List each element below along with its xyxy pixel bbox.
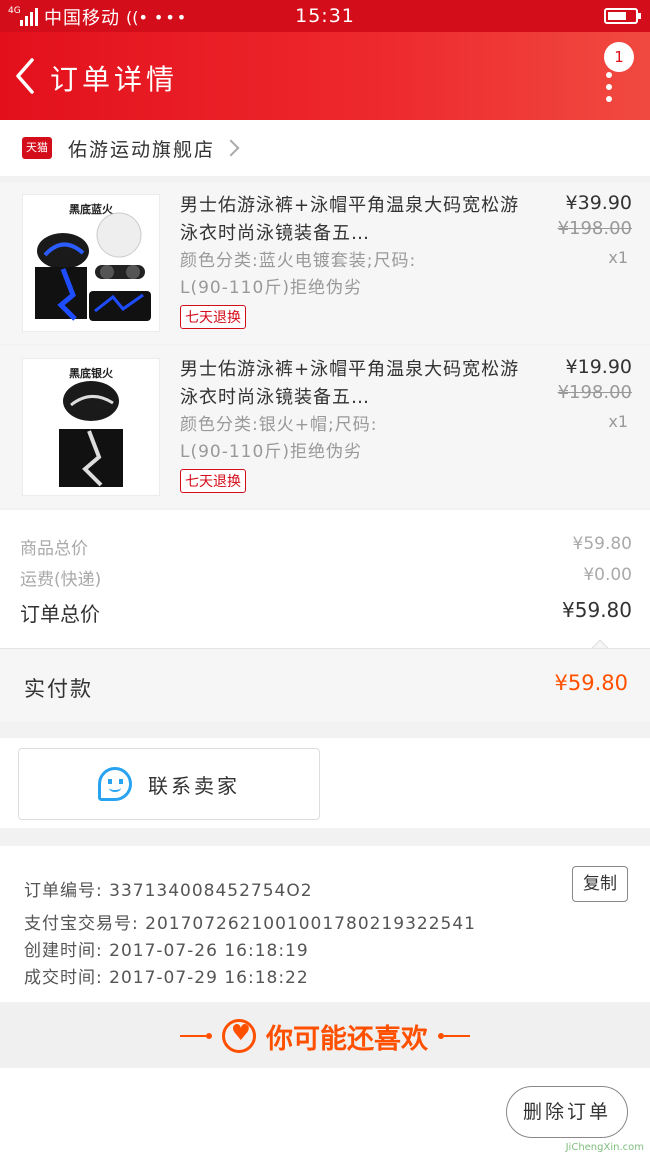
item-price: ¥19.90 [565,356,632,378]
shipping-value: ¥0.00 [583,565,632,585]
return-policy-tag: 七天退换 [180,305,246,329]
amount-paid-value: ¥59.80 [554,671,628,695]
goods-total-row: 商品总价 ¥59.80 [20,534,632,559]
delete-order-button[interactable]: 删除订单 [506,1086,628,1138]
item-spec-line: L(90-110斤)拒绝伪劣 [180,278,362,298]
alipay-transaction-number: 支付宝交易号: 2017072621001001780219322541 [24,914,476,934]
item-spec: 颜色分类:蓝火电镀套装;尺码: L(90-110斤)拒绝伪劣 [180,248,500,302]
contact-seller-label: 联系卖家 [148,773,240,798]
message-badge[interactable]: 1 [604,42,634,72]
divider-right [438,1033,470,1039]
product-image: 黑底银火 [22,358,160,496]
completed-time: 成交时间: 2017-07-29 16:18:22 [24,968,309,988]
recommend-header: 你可能还喜欢 [0,1004,650,1068]
amount-paid-row: 实付款 ¥59.80 [0,648,650,722]
item-spec-line: 颜色分类:蓝火电镀套装;尺码: [180,251,417,271]
tmall-badge: 天猫 [22,137,52,159]
goods-total-value: ¥59.80 [572,534,632,554]
order-item[interactable]: 黑底银火 男士佑游泳裤+泳帽平角温泉大码宽松游泳衣时尚泳镜装备五… 颜色分类:银… [0,346,650,508]
wangwang-chat-icon [98,767,132,801]
item-spec-line: L(90-110斤)拒绝伪劣 [180,442,362,462]
more-menu-icon[interactable] [606,72,612,108]
shop-name: 佑游运动旗舰店 [68,138,216,161]
swim-set-graphic [59,381,123,487]
status-bar: 4G 中国移动 ((• ••• 15:31 [0,0,650,32]
bottom-action-bar: 删除订单 JiChengXin.com [0,1068,650,1155]
heart-icon [222,1019,256,1053]
item-quantity: x1 [608,412,628,431]
page-header: 订单详情 1 [0,32,650,120]
watermark: JiChengXin.com [565,1142,644,1153]
shop-row[interactable]: 天猫 佑游运动旗舰店 [0,120,650,176]
swim-set-graphic [35,212,151,321]
divider-left [180,1033,212,1039]
item-title: 男士佑游泳裤+泳帽平角温泉大码宽松游泳衣时尚泳镜装备五… [180,195,520,244]
item-spec-line: 颜色分类:银火+帽;尺码: [180,415,378,435]
item-price: ¥39.90 [565,192,632,214]
price-summary: 商品总价 ¥59.80 运费(快递) ¥0.00 订单总价 ¥59.80 [0,510,650,657]
item-original-price: ¥198.00 [557,218,632,239]
order-item[interactable]: 黑底蓝火 男士佑游泳裤+泳帽平角温泉大码宽松游泳衣时尚泳镜装备五… 颜色分类:蓝… [0,182,650,344]
back-arrow-icon[interactable] [10,56,44,96]
order-total-label: 订单总价 [20,602,100,626]
item-original-price: ¥198.00 [557,382,632,403]
item-title: 男士佑游泳裤+泳帽平角温泉大码宽松游泳衣时尚泳镜装备五… [180,359,520,408]
order-total-value: ¥59.80 [562,598,632,622]
chevron-right-icon [222,139,240,157]
contact-section: 联系卖家 [0,738,650,828]
shipping-row: 运费(快递) ¥0.00 [20,565,632,590]
battery-level [608,12,626,20]
amount-paid-label: 实付款 [24,677,93,701]
recommend-title: 你可能还喜欢 [266,1023,428,1055]
return-policy-tag: 七天退换 [180,469,246,493]
page-title: 订单详情 [50,63,179,96]
item-spec: 颜色分类:银火+帽;尺码: L(90-110斤)拒绝伪劣 [180,412,500,466]
shipping-label: 运费(快递) [20,570,102,590]
battery-icon [604,8,641,24]
goods-total-label: 商品总价 [20,539,88,559]
order-info: 订单编号: 337134008452754O2 支付宝交易号: 20170726… [0,846,650,1002]
contact-seller-button[interactable]: 联系卖家 [18,748,320,820]
order-total-row: 订单总价 ¥59.80 [20,598,632,627]
created-time: 创建时间: 2017-07-26 16:18:19 [24,941,309,961]
item-quantity: x1 [608,248,628,267]
product-image: 黑底蓝火 [22,194,160,332]
clock: 15:31 [295,5,355,27]
copy-button[interactable]: 复制 [572,866,628,902]
order-number: 订单编号: 337134008452754O2 [24,881,313,901]
